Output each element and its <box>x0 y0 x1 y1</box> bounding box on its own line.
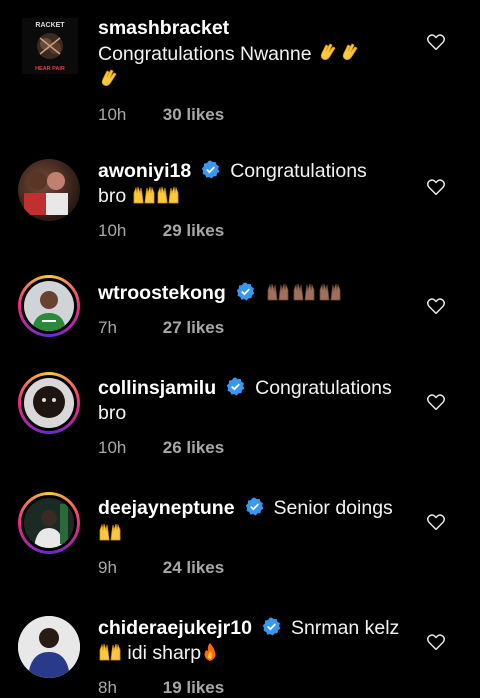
raising-hands-emoji-icon <box>156 184 180 209</box>
comment-body: deejayneptune Senior doings 9h 24 likes <box>98 496 420 578</box>
heart-outline-icon[interactable] <box>426 178 446 196</box>
fire-emoji-icon <box>201 641 219 666</box>
comment-content-line2: bro <box>98 402 127 424</box>
comment-meta: 8h 19 likes <box>98 678 420 698</box>
comment-time: 8h <box>98 678 117 697</box>
comment-meta: 10h 29 likes <box>98 221 420 241</box>
avatar-photo <box>21 495 77 551</box>
raising-hands-emoji-icon <box>265 281 291 306</box>
heart-outline-icon[interactable] <box>426 513 446 531</box>
avatar-story-ring[interactable] <box>18 372 80 434</box>
clap-emoji-icon <box>98 67 120 93</box>
comment-time: 7h <box>98 318 117 337</box>
avatar[interactable] <box>18 159 80 221</box>
avatar-photo <box>18 616 80 678</box>
comment-meta: 10h 30 likes <box>98 105 420 125</box>
comment-content: Snrman kelz <box>290 617 400 639</box>
comment-username[interactable]: smashbracket <box>98 17 229 39</box>
comment-content: Congratulations <box>230 160 367 182</box>
comment-likes[interactable]: 30 likes <box>163 105 224 124</box>
comment-text: wtroostekong <box>98 281 420 306</box>
verified-badge-icon <box>201 160 220 179</box>
avatar-logo-sub: HEAR PAIR <box>35 66 65 72</box>
comment-likes[interactable]: 27 likes <box>163 318 224 337</box>
avatar[interactable]: RACKET HEAR PAIR <box>22 18 78 74</box>
comment-text: collinsjamilu Congratulations bro <box>98 376 420 426</box>
verified-badge-icon <box>236 282 255 301</box>
comment-text: deejayneptune Senior doings <box>98 496 420 546</box>
heart-outline-icon[interactable] <box>426 33 446 51</box>
comment-likes[interactable]: 26 likes <box>163 438 224 457</box>
comment-likes[interactable]: 19 likes <box>163 678 224 697</box>
comment-time: 10h <box>98 438 127 457</box>
avatar-story-ring[interactable] <box>18 492 80 554</box>
comment-meta: 10h 26 likes <box>98 438 420 458</box>
comment-text: chideraejukejr10 Snrman kelz idi sharp <box>98 616 420 666</box>
raising-hands-emoji-icon <box>132 184 156 209</box>
comment-time: 9h <box>98 558 117 577</box>
comment-time: 10h <box>98 221 127 240</box>
comment-text: smashbracket Congratulations Nwanne <box>98 16 420 93</box>
avatar-photo <box>18 159 80 221</box>
avatar-logo-text: RACKET <box>35 22 65 29</box>
comment-time: 10h <box>98 105 127 124</box>
comment-body: smashbracket Congratulations Nwanne 10h … <box>98 16 420 125</box>
comment-username[interactable]: chideraejukejr10 <box>98 617 252 639</box>
comment-meta: 7h 27 likes <box>98 318 420 338</box>
verified-badge-icon <box>226 377 245 396</box>
comment-text: awoniyi18 Congratulations bro <box>98 159 420 209</box>
heart-outline-icon[interactable] <box>426 297 446 315</box>
comment-username[interactable]: awoniyi18 <box>98 160 191 182</box>
clap-emoji-icon <box>317 41 339 67</box>
verified-badge-icon <box>262 617 281 636</box>
clap-emoji-icon <box>339 41 361 67</box>
comment-body: wtroostekong 7h 27 likes <box>98 281 420 338</box>
avatar[interactable] <box>18 616 80 678</box>
smashbracket-logo: RACKET HEAR PAIR <box>22 18 78 74</box>
avatar-story-ring[interactable] <box>18 275 80 337</box>
raising-hands-emoji-icon <box>98 641 122 666</box>
raising-hands-emoji-icon <box>291 281 317 306</box>
avatar-photo <box>21 375 77 431</box>
avatar-photo <box>21 278 77 334</box>
comment-username[interactable]: collinsjamilu <box>98 377 216 399</box>
comment-likes[interactable]: 24 likes <box>163 558 224 577</box>
comment-likes[interactable]: 29 likes <box>163 221 224 240</box>
comment-body: collinsjamilu Congratulations bro 10h 26 … <box>98 376 420 458</box>
comment-content-line2: bro <box>98 185 127 207</box>
raising-hands-emoji-icon <box>98 521 122 546</box>
comment-username[interactable]: wtroostekong <box>98 282 226 304</box>
heart-outline-icon[interactable] <box>426 393 446 411</box>
comment-content: Congratulations Nwanne <box>98 43 312 65</box>
comment-content: Congratulations <box>255 377 392 399</box>
comment-content: Senior doings <box>273 497 393 519</box>
comment-content-line2: idi sharp <box>127 642 202 664</box>
verified-badge-icon <box>245 497 263 516</box>
comment-body: awoniyi18 Congratulations bro 10h 29 like… <box>98 159 420 241</box>
raising-hands-emoji-icon <box>317 281 343 306</box>
comment-username[interactable]: deejayneptune <box>98 497 235 519</box>
heart-outline-icon[interactable] <box>426 633 446 651</box>
comment-body: chideraejukejr10 Snrman kelz idi sharp 8h… <box>98 616 420 698</box>
comment-meta: 9h 24 likes <box>98 558 420 578</box>
comments-list: RACKET HEAR PAIR smashbracket Congratula… <box>0 0 480 697</box>
